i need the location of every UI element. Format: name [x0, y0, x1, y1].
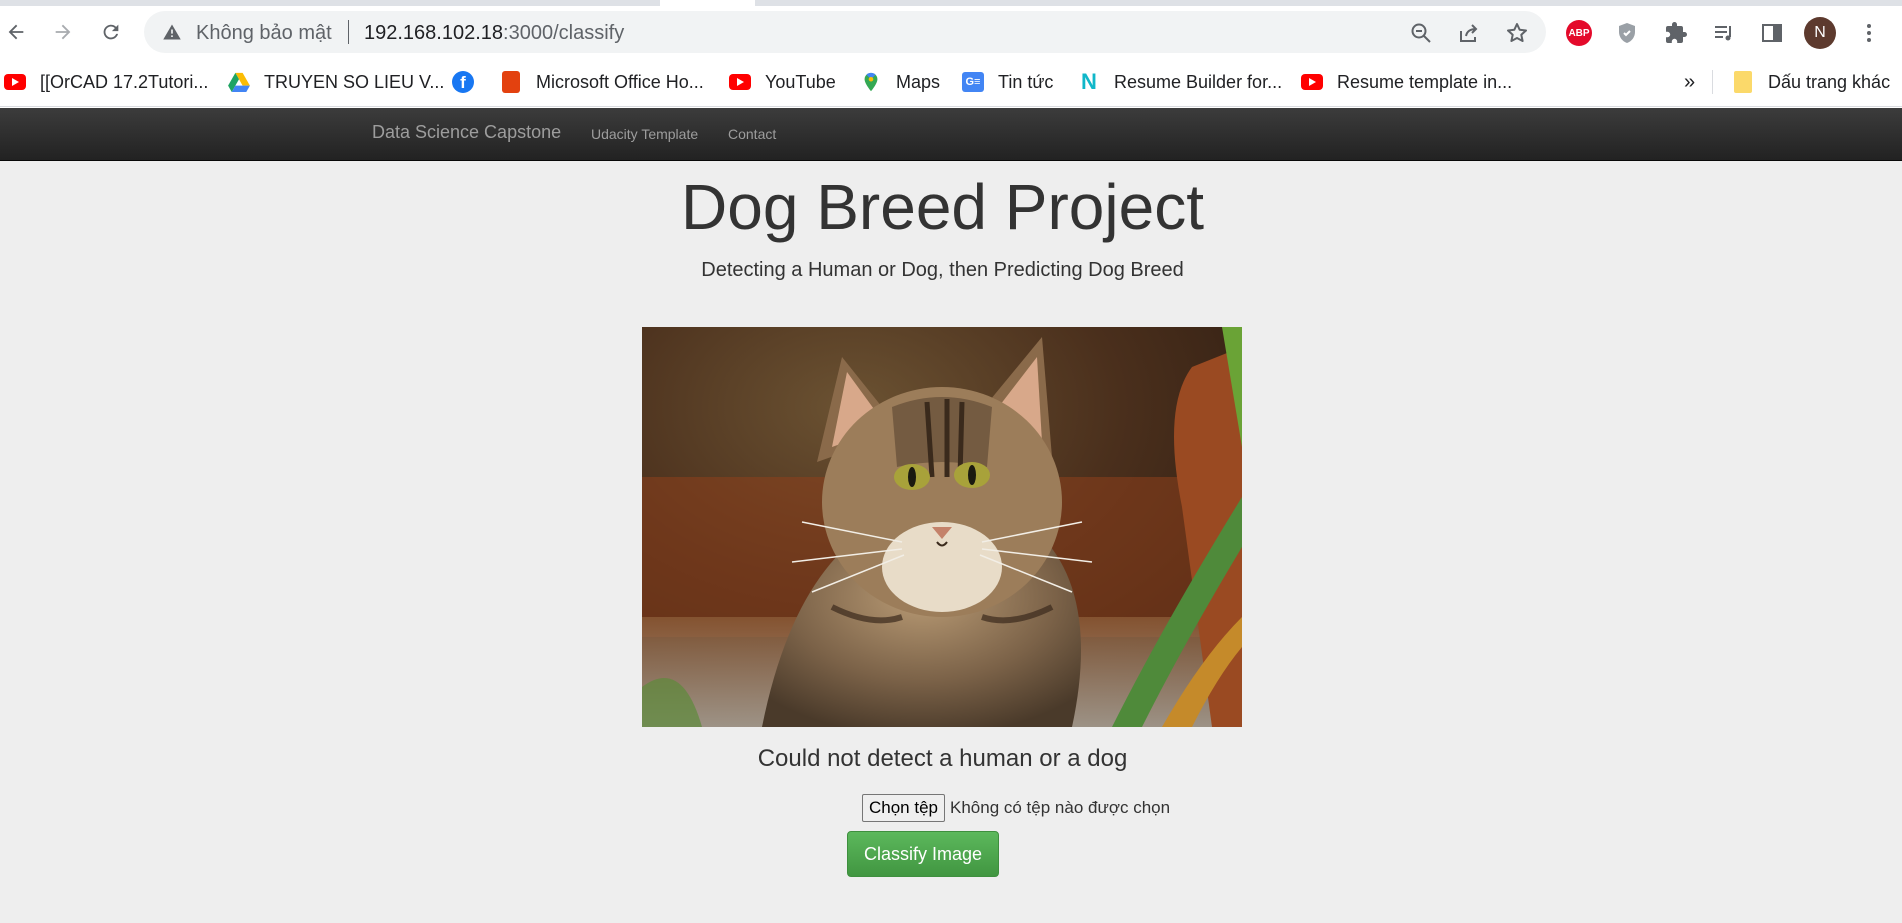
not-secure-warning-icon[interactable] — [162, 22, 182, 42]
bookmark-orcad[interactable]: [[OrCAD 17.2Tutori... — [4, 70, 208, 94]
bookmark-label: Resume template in... — [1337, 71, 1513, 92]
abp-icon: ABP — [1566, 20, 1592, 46]
cat-photo — [642, 327, 1242, 727]
address-separator — [348, 20, 349, 44]
page-title: Dog Breed Project — [681, 171, 1204, 243]
google-drive-icon — [228, 71, 250, 93]
side-panel-button[interactable] — [1759, 20, 1785, 46]
other-bookmarks-folder[interactable]: Dấu trang khác — [1732, 70, 1890, 94]
forward-arrow-icon — [55, 24, 71, 40]
bookmark-microsoft-office[interactable]: Microsoft Office Ho... — [500, 70, 704, 94]
profile-button[interactable]: N — [1804, 17, 1836, 49]
choose-file-button[interactable]: Chọn tệp — [862, 794, 945, 822]
share-icon[interactable] — [1457, 21, 1481, 45]
office-icon — [500, 71, 522, 93]
nav-link-contact[interactable]: Contact — [728, 126, 776, 142]
bookmarks-divider — [1712, 70, 1713, 94]
playlist-icon — [1715, 26, 1731, 41]
uploaded-image — [642, 327, 1242, 727]
site-navbar: Data Science Capstone Udacity Template C… — [0, 108, 1902, 161]
forward-button[interactable] — [49, 18, 77, 46]
youtube-icon — [729, 71, 751, 93]
bookmark-star-icon[interactable] — [1505, 21, 1529, 45]
address-bar[interactable]: Không bảo mật 192.168.102.18:3000/classi… — [144, 11, 1546, 53]
kebab-menu-icon — [1867, 24, 1871, 42]
shield-icon — [1619, 23, 1635, 43]
maps-icon — [860, 71, 882, 93]
bookmark-label: Maps — [896, 71, 941, 92]
navbar-brand[interactable]: Data Science Capstone — [372, 122, 561, 143]
bookmark-label: [[OrCAD 17.2Tutori... — [40, 71, 209, 92]
puzzle-icon — [1666, 22, 1687, 43]
zoom-icon[interactable] — [1409, 21, 1433, 45]
back-arrow-icon — [8, 24, 24, 40]
bookmark-youtube[interactable]: YouTube — [729, 70, 836, 94]
file-upload: Chọn tệp Không có tệp nào được chọn — [862, 794, 1170, 822]
back-button[interactable] — [2, 18, 30, 46]
bookmark-label: Tin tức — [998, 71, 1054, 92]
bookmarks-bar: [[OrCAD 17.2Tutori... TRUYEN SO LIEU V..… — [0, 58, 1902, 107]
browser-menu-button[interactable] — [1856, 20, 1882, 46]
bookmark-facebook[interactable]: f — [452, 70, 488, 94]
youtube-icon — [4, 71, 26, 93]
bookmark-resume-builder[interactable]: N Resume Builder for... — [1078, 69, 1283, 94]
youtube-icon — [1301, 71, 1323, 93]
google-news-icon: G≡ — [962, 71, 984, 93]
facebook-icon: f — [452, 71, 474, 93]
bookmark-tin-tuc[interactable]: G≡ Tin tức — [962, 70, 1053, 94]
bookmark-resume-template[interactable]: Resume template in... — [1301, 70, 1512, 94]
bookmark-truyen-so-lieu[interactable]: TRUYEN SO LIEU V... — [228, 70, 444, 94]
classification-result: Could not detect a human or a dog — [757, 745, 1128, 772]
bookmark-label: Microsoft Office Ho... — [536, 71, 704, 92]
shield-extension[interactable] — [1614, 20, 1640, 46]
folder-icon — [1732, 71, 1754, 93]
resume-builder-icon: N — [1081, 69, 1097, 94]
url-host: 192.168.102.18 — [364, 22, 504, 44]
bookmark-label: Dấu trang khác — [1768, 71, 1891, 92]
nav-link-udacity-template[interactable]: Udacity Template — [591, 126, 698, 142]
side-panel-icon — [1762, 24, 1782, 42]
security-label[interactable]: Không bảo mật — [196, 22, 332, 45]
bookmark-maps[interactable]: Maps — [860, 70, 940, 94]
bookmark-label: YouTube — [765, 71, 836, 92]
bookmark-label: Resume Builder for... — [1114, 71, 1283, 92]
extensions-button[interactable] — [1663, 20, 1689, 46]
bookmark-label: TRUYEN SO LIEU V... — [264, 71, 445, 92]
page-subtitle: Detecting a Human or Dog, then Predictin… — [701, 259, 1184, 281]
url-text[interactable]: 192.168.102.18:3000/classify — [364, 22, 624, 45]
browser-toolbar: Không bảo mật 192.168.102.18:3000/classi… — [0, 6, 1902, 58]
file-status-text: Không có tệp nào được chọn — [950, 798, 1171, 817]
media-controls-button[interactable] — [1711, 20, 1737, 46]
adblock-extension[interactable]: ABP — [1566, 20, 1592, 46]
url-path: :3000/classify — [503, 22, 625, 44]
bookmarks-overflow-button[interactable]: » — [1684, 70, 1695, 94]
avatar: N — [1804, 17, 1836, 49]
reload-icon — [103, 24, 119, 40]
classify-image-button[interactable]: Classify Image — [847, 831, 999, 877]
browser-chrome: Không bảo mật 192.168.102.18:3000/classi… — [0, 0, 1902, 108]
reload-button[interactable] — [97, 18, 125, 46]
